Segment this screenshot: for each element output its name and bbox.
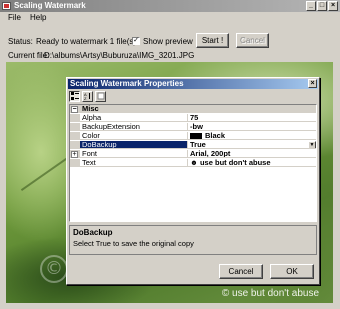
status-label: Status:: [8, 37, 33, 46]
property-grid: − Misc Alpha 75 BackupExtension -bw Colo…: [69, 104, 317, 222]
dialog-cancel-button[interactable]: Cancel: [219, 264, 263, 279]
property-row-dobackup[interactable]: DoBackup True ▼: [70, 141, 316, 150]
description-pane: DoBackup Select True to save the origina…: [69, 225, 317, 255]
dialog-close-button[interactable]: ×: [308, 79, 317, 88]
dialog-ok-button[interactable]: OK: [270, 264, 314, 279]
watermark-text-overlay: © use but don't abuse: [221, 288, 319, 299]
property-name: Alpha: [80, 114, 188, 123]
property-row-text[interactable]: Text ☻ use but don't abuse: [70, 159, 316, 168]
dropdown-value: True: [190, 141, 206, 149]
color-swatch: [190, 133, 202, 139]
properties-dialog: Scaling Watermark Properties × AZ − Misc…: [66, 77, 320, 285]
row-gutter: [70, 132, 80, 141]
property-value[interactable]: -bw: [188, 123, 316, 132]
expand-icon[interactable]: +: [71, 151, 78, 158]
categorized-icon[interactable]: [69, 91, 80, 102]
close-button[interactable]: ×: [328, 1, 338, 11]
property-row-color[interactable]: Color Black: [70, 132, 316, 141]
property-row-alpha[interactable]: Alpha 75: [70, 114, 316, 123]
property-value-dropdown[interactable]: True ▼: [188, 141, 316, 150]
alphabetical-icon[interactable]: AZ: [82, 91, 93, 102]
property-name: DoBackup: [80, 141, 188, 150]
show-preview-checkbox[interactable]: ✓: [132, 37, 140, 45]
dialog-title: Scaling Watermark Properties: [70, 79, 184, 88]
row-gutter: [70, 159, 80, 168]
category-label: Misc: [82, 105, 99, 113]
property-value[interactable]: 75: [188, 114, 316, 123]
dialog-titlebar: Scaling Watermark Properties ×: [68, 79, 318, 89]
row-gutter: [70, 114, 80, 123]
property-grid-toolbar: AZ: [69, 91, 106, 102]
cancel-start-button[interactable]: Cancel: [236, 33, 269, 48]
category-row-misc[interactable]: − Misc: [70, 105, 316, 114]
description-text: Select True to save the original copy: [73, 239, 194, 248]
window-titlebar: Scaling Watermark _ □ ×: [0, 0, 340, 12]
property-name: Text: [80, 159, 188, 168]
property-value[interactable]: Arial, 200pt: [188, 150, 316, 159]
property-row-font[interactable]: + Font Arial, 200pt: [70, 150, 316, 159]
property-name: BackupExtension: [80, 123, 188, 132]
current-file-path: D:\albums\Artsy\Buburuza\IMG_3201.JPG: [44, 51, 195, 60]
maximize-button[interactable]: □: [317, 1, 327, 11]
row-gutter: [70, 123, 80, 132]
property-name: Font: [80, 150, 188, 159]
menu-help[interactable]: Help: [30, 12, 46, 24]
start-button[interactable]: Start !: [196, 33, 229, 48]
window-controls: _ □ ×: [306, 1, 338, 11]
menu-bar: File Help: [0, 12, 340, 24]
window-title: Scaling Watermark: [14, 1, 86, 10]
watermark-copyright-icon: ©: [40, 255, 68, 283]
property-value-color[interactable]: Black: [188, 132, 316, 141]
minimize-button[interactable]: _: [306, 1, 316, 11]
menu-file[interactable]: File: [8, 12, 21, 24]
app-icon: [2, 2, 11, 10]
status-text: Ready to watermark 1 file(s): [36, 37, 137, 46]
property-name: Color: [80, 132, 188, 141]
property-value[interactable]: ☻ use but don't abuse: [188, 159, 316, 168]
color-value-text: Black: [205, 132, 226, 140]
dropdown-arrow-icon[interactable]: ▼: [308, 141, 316, 149]
property-pages-icon[interactable]: [95, 91, 106, 102]
property-row-backupextension[interactable]: BackupExtension -bw: [70, 123, 316, 132]
show-preview-label[interactable]: Show preview: [143, 37, 193, 46]
leaf-vein-decoration: [20, 154, 72, 192]
collapse-icon[interactable]: −: [71, 106, 78, 113]
description-title: DoBackup: [73, 228, 113, 237]
row-gutter: [70, 141, 80, 150]
